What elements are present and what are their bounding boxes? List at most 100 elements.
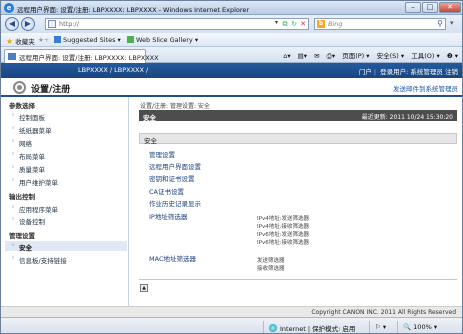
tab-label: 远程用户界面: 设置/注册: LBPXXXX: LBPXXXX bbox=[19, 54, 159, 62]
suggested-sites-icon bbox=[54, 36, 61, 43]
sidebar-group-management: 管理设置 bbox=[9, 232, 35, 240]
sidebar-item-user-maintenance[interactable]: 用户维护菜单 bbox=[11, 176, 58, 187]
bing-icon: b bbox=[317, 20, 325, 28]
status-divider bbox=[369, 321, 370, 333]
section-title: 安全 bbox=[143, 114, 156, 122]
status-bar: Internet | 保护模式: 启用 ⚐ ▾ 🔍 100% ▾ bbox=[1, 317, 462, 333]
portal-link[interactable]: 门户 bbox=[359, 68, 372, 76]
add-favorite-icon[interactable]: ★+ bbox=[38, 36, 49, 44]
sidebar: 参数选择 控制面板 纸纸器菜单 网络 布局菜单 质量菜单 用户维护菜单 输出控制… bbox=[1, 97, 129, 306]
window-controls: – □ ✕ bbox=[405, 2, 461, 13]
mail-admin-link[interactable]: 发送邮件到系统管理员 bbox=[393, 83, 458, 93]
content-divider bbox=[139, 279, 457, 280]
sub-header: 安全 bbox=[139, 133, 457, 145]
suggested-sites-label: Suggested Sites ▾ bbox=[63, 36, 121, 44]
sidebar-item-applications[interactable]: 应用程序菜单 bbox=[11, 203, 58, 214]
sidebar-item-network[interactable]: 网络 bbox=[11, 137, 32, 148]
product-name: LBPXXXX / LBPXXXX / bbox=[78, 66, 149, 74]
page-footer: Copyright CANON INC. 2011 All Rights Res… bbox=[1, 306, 462, 317]
link-ca-certificate-settings[interactable]: CA证书设置 bbox=[149, 186, 184, 196]
page-title-bar: 设置/注册 发送邮件到系统管理员 bbox=[1, 78, 462, 97]
web-slice-icon bbox=[127, 36, 134, 43]
address-bar[interactable]: http:// ▾ ⧉ ↻ ✕ bbox=[45, 18, 309, 30]
link-key-certificate-settings[interactable]: 密钥和证书设置 bbox=[149, 173, 195, 183]
security-zone[interactable]: Internet | 保护模式: 启用 bbox=[269, 323, 355, 333]
browser-tab[interactable]: 远程用户界面: 设置/注册: LBPXXXX: LBPXXXX bbox=[4, 49, 159, 63]
address-input[interactable]: http:// bbox=[59, 20, 79, 28]
page-icon bbox=[48, 20, 56, 28]
print-icon[interactable]: ⎙▾ bbox=[327, 52, 335, 60]
user-area: 门户 | 登录用户: 系统管理员 注销 bbox=[358, 68, 458, 76]
web-slice-label: Web Slice Gallery ▾ bbox=[136, 36, 199, 44]
compat-view-icon[interactable]: ⧉ bbox=[281, 20, 289, 28]
settings-gear-icon bbox=[13, 81, 26, 94]
link-remote-ui-settings[interactable]: 远程用户界面设置 bbox=[149, 161, 201, 171]
suggested-sites-link[interactable]: Suggested Sites ▾ bbox=[54, 36, 121, 44]
security-zone-label: Internet | 保护模式: 启用 bbox=[280, 325, 356, 333]
page-top-bar: LBPXXXX / LBPXXXX / 门户 | 登录用户: 系统管理员 注销 bbox=[1, 63, 462, 78]
ip-filter-note: IPv6地址:发送筛选器 bbox=[257, 232, 310, 238]
main-content: 设置/注册: 管理设置: 安全 安全 最近更新: 2011 10/24 15:3… bbox=[133, 97, 462, 306]
web-slice-link[interactable]: Web Slice Gallery ▾ bbox=[127, 36, 198, 44]
sidebar-item-device-control[interactable]: 设备控制 bbox=[11, 215, 45, 226]
close-button[interactable]: ✕ bbox=[439, 2, 461, 13]
star-icon: ★ bbox=[6, 37, 14, 46]
home-icon[interactable]: ⌂▾ bbox=[283, 52, 290, 60]
tab-page-icon bbox=[8, 53, 16, 60]
mail-icon[interactable]: ✉ bbox=[314, 52, 319, 60]
stop-icon[interactable]: ✕ bbox=[299, 20, 307, 28]
mac-filter-note: 发送筛选器 bbox=[257, 258, 285, 264]
address-row: ◀ ▶ http:// ▾ ⧉ ↻ ✕ b Bing ⚲ ▾ bbox=[1, 15, 462, 33]
feeds-icon[interactable]: ▤▾ bbox=[298, 52, 307, 60]
sidebar-item-info-board[interactable]: 信息板/支持链接 bbox=[11, 254, 67, 265]
search-options-icon[interactable]: ▾ bbox=[450, 19, 454, 27]
sub-header-title: 安全 bbox=[144, 137, 157, 145]
copyright: Copyright CANON INC. 2011 All Rights Res… bbox=[311, 309, 456, 316]
forward-button[interactable]: ▶ bbox=[21, 17, 35, 31]
sidebar-item-security[interactable]: 安全 bbox=[11, 241, 32, 252]
command-bar: ⌂▾ ▤▾ ✉ ⎙▾ 页面(P) ▾ 安全(S) ▾ 工具(O) ▾ ❷ ▾ bbox=[278, 50, 458, 61]
title-bar: e 远程用户界面: 设置/注册: LBPXXXX: LBPXXXX - Wind… bbox=[1, 1, 462, 15]
search-box[interactable]: b Bing ⚲ bbox=[314, 18, 446, 30]
favorites-label: 收藏夹 bbox=[15, 38, 35, 46]
link-job-history-display[interactable]: 作业历史记录显示 bbox=[149, 198, 201, 208]
login-user: 登录用户: 系统管理员 bbox=[380, 68, 443, 76]
zoom-control[interactable]: 🔍 100% ▾ bbox=[403, 323, 437, 331]
minimize-button[interactable]: – bbox=[405, 2, 421, 13]
safety-menu[interactable]: 安全(S) ▾ bbox=[377, 52, 405, 60]
favorites-button[interactable]: ★ 收藏夹 bbox=[6, 36, 35, 46]
tab-row: 远程用户界面: 设置/注册: LBPXXXX: LBPXXXX ⌂▾ ▤▾ ✉ … bbox=[1, 47, 462, 63]
back-to-top-button[interactable]: ▲ bbox=[140, 284, 148, 292]
sidebar-item-control-panel[interactable]: 控制面板 bbox=[11, 111, 45, 122]
page-menu[interactable]: 页面(P) ▾ bbox=[342, 52, 369, 60]
ip-filter-note: IPv4地址:接收筛选器 bbox=[257, 224, 310, 230]
favorites-bar: ★ 收藏夹 ★+ Suggested Sites ▾ Web Slice Gal… bbox=[1, 33, 462, 47]
back-button[interactable]: ◀ bbox=[5, 17, 19, 31]
search-icon[interactable]: ⚲ bbox=[437, 19, 443, 28]
ie-logo-icon: e bbox=[4, 3, 14, 13]
address-dropdown-icon[interactable]: ▾ bbox=[275, 19, 278, 26]
link-ip-address-filter[interactable]: IP地址筛选器 bbox=[149, 211, 187, 221]
link-management-settings[interactable]: 管理设置 bbox=[149, 149, 175, 159]
sidebar-group-preferences: 参数选择 bbox=[9, 102, 35, 110]
mac-filter-note: 接收筛选器 bbox=[257, 266, 285, 272]
sidebar-item-paper-source[interactable]: 纸纸器菜单 bbox=[11, 124, 51, 135]
section-title-bar: 安全 最近更新: 2011 10/24 15:30:20 bbox=[139, 110, 457, 122]
status-divider bbox=[397, 321, 398, 333]
ip-filter-note: IPv4地址:发送筛选器 bbox=[257, 216, 310, 222]
sidebar-item-quality[interactable]: 质量菜单 bbox=[11, 163, 45, 174]
protected-mode-icon[interactable]: ⚐ ▾ bbox=[375, 323, 386, 331]
breadcrumb: 设置/注册: 管理设置: 安全 bbox=[140, 103, 210, 110]
page-title: 设置/注册 bbox=[31, 85, 71, 95]
tools-menu[interactable]: 工具(O) ▾ bbox=[411, 52, 440, 60]
link-mac-address-filter[interactable]: MAC地址筛选器 bbox=[149, 253, 196, 263]
globe-icon bbox=[269, 324, 277, 332]
last-updated: 最近更新: 2011 10/24 15:30:20 bbox=[361, 114, 453, 121]
sidebar-group-output-control: 输出控制 bbox=[9, 193, 35, 201]
help-menu[interactable]: ❷ ▾ bbox=[447, 52, 458, 60]
sidebar-item-layout[interactable]: 布局菜单 bbox=[11, 150, 45, 161]
logout-link[interactable]: 注销 bbox=[445, 68, 458, 76]
maximize-button[interactable]: □ bbox=[422, 2, 438, 13]
refresh-icon[interactable]: ↻ bbox=[290, 20, 298, 28]
search-input[interactable]: Bing bbox=[328, 20, 343, 28]
